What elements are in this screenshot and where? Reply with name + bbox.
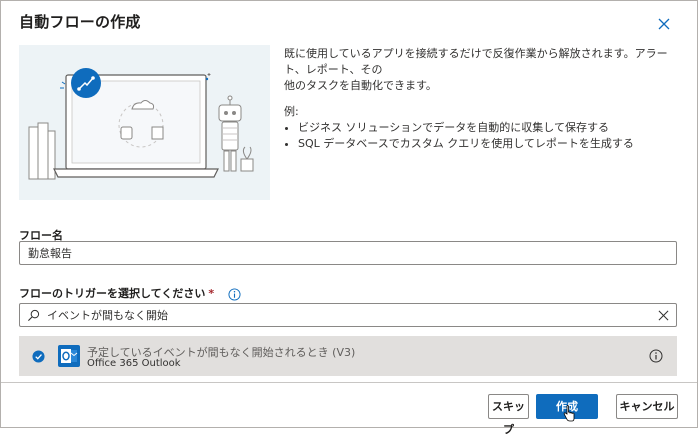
- checkmark-circle-icon[interactable]: [32, 350, 45, 363]
- info-icon[interactable]: [649, 349, 663, 363]
- info-icon[interactable]: [228, 287, 241, 301]
- description-intro-line2: 他のタスクを自動化できます。: [284, 79, 437, 92]
- description-intro-line1: 既に使用しているアプリを接続するだけで反復作業から解放されます。アラート、レポー…: [284, 47, 668, 76]
- example-item: SQL データベースでカスタム クエリを使用してレポートを生成する: [298, 136, 684, 152]
- trigger-label-text: フローのトリガーを選択してください: [19, 287, 206, 300]
- cancel-button[interactable]: キャンセル: [616, 394, 678, 419]
- laptop-robot-illustration: [28, 68, 254, 180]
- search-icon: [27, 309, 40, 322]
- examples-label: 例:: [284, 105, 299, 118]
- dialog-title: 自動フローの作成: [19, 13, 141, 31]
- create-button[interactable]: 作成: [536, 394, 598, 419]
- examples-list: ビジネス ソリューションでデータを自動的に収集して保存する SQL データベース…: [284, 120, 684, 152]
- flow-name-input[interactable]: [28, 246, 668, 260]
- illustration: [19, 45, 270, 200]
- skip-button[interactable]: スキップ: [488, 394, 529, 436]
- create-flow-dialog: 自動フローの作成 既に使用しているアプリを接続するだけで反復作業から解放されます…: [0, 0, 698, 436]
- clear-icon[interactable]: [658, 310, 669, 321]
- outlook-icon: [58, 345, 80, 367]
- footer-divider: [1, 382, 697, 383]
- trigger-label: フローのトリガーを選択してください *: [19, 285, 241, 301]
- flow-name-field-wrapper: [19, 241, 677, 265]
- close-icon[interactable]: [656, 16, 672, 32]
- description: 既に使用しているアプリを接続するだけで反復作業から解放されます。アラート、レポー…: [284, 46, 684, 152]
- example-item: ビジネス ソリューションでデータを自動的に収集して保存する: [298, 120, 684, 136]
- trigger-result-connector: Office 365 Outlook: [87, 358, 181, 369]
- trigger-search-box: [19, 303, 677, 327]
- trigger-search-input[interactable]: [47, 308, 647, 322]
- trigger-result-item[interactable]: 予定しているイベントが間もなく開始されるとき (V3) Office 365 O…: [19, 336, 677, 376]
- required-mark: *: [208, 287, 215, 300]
